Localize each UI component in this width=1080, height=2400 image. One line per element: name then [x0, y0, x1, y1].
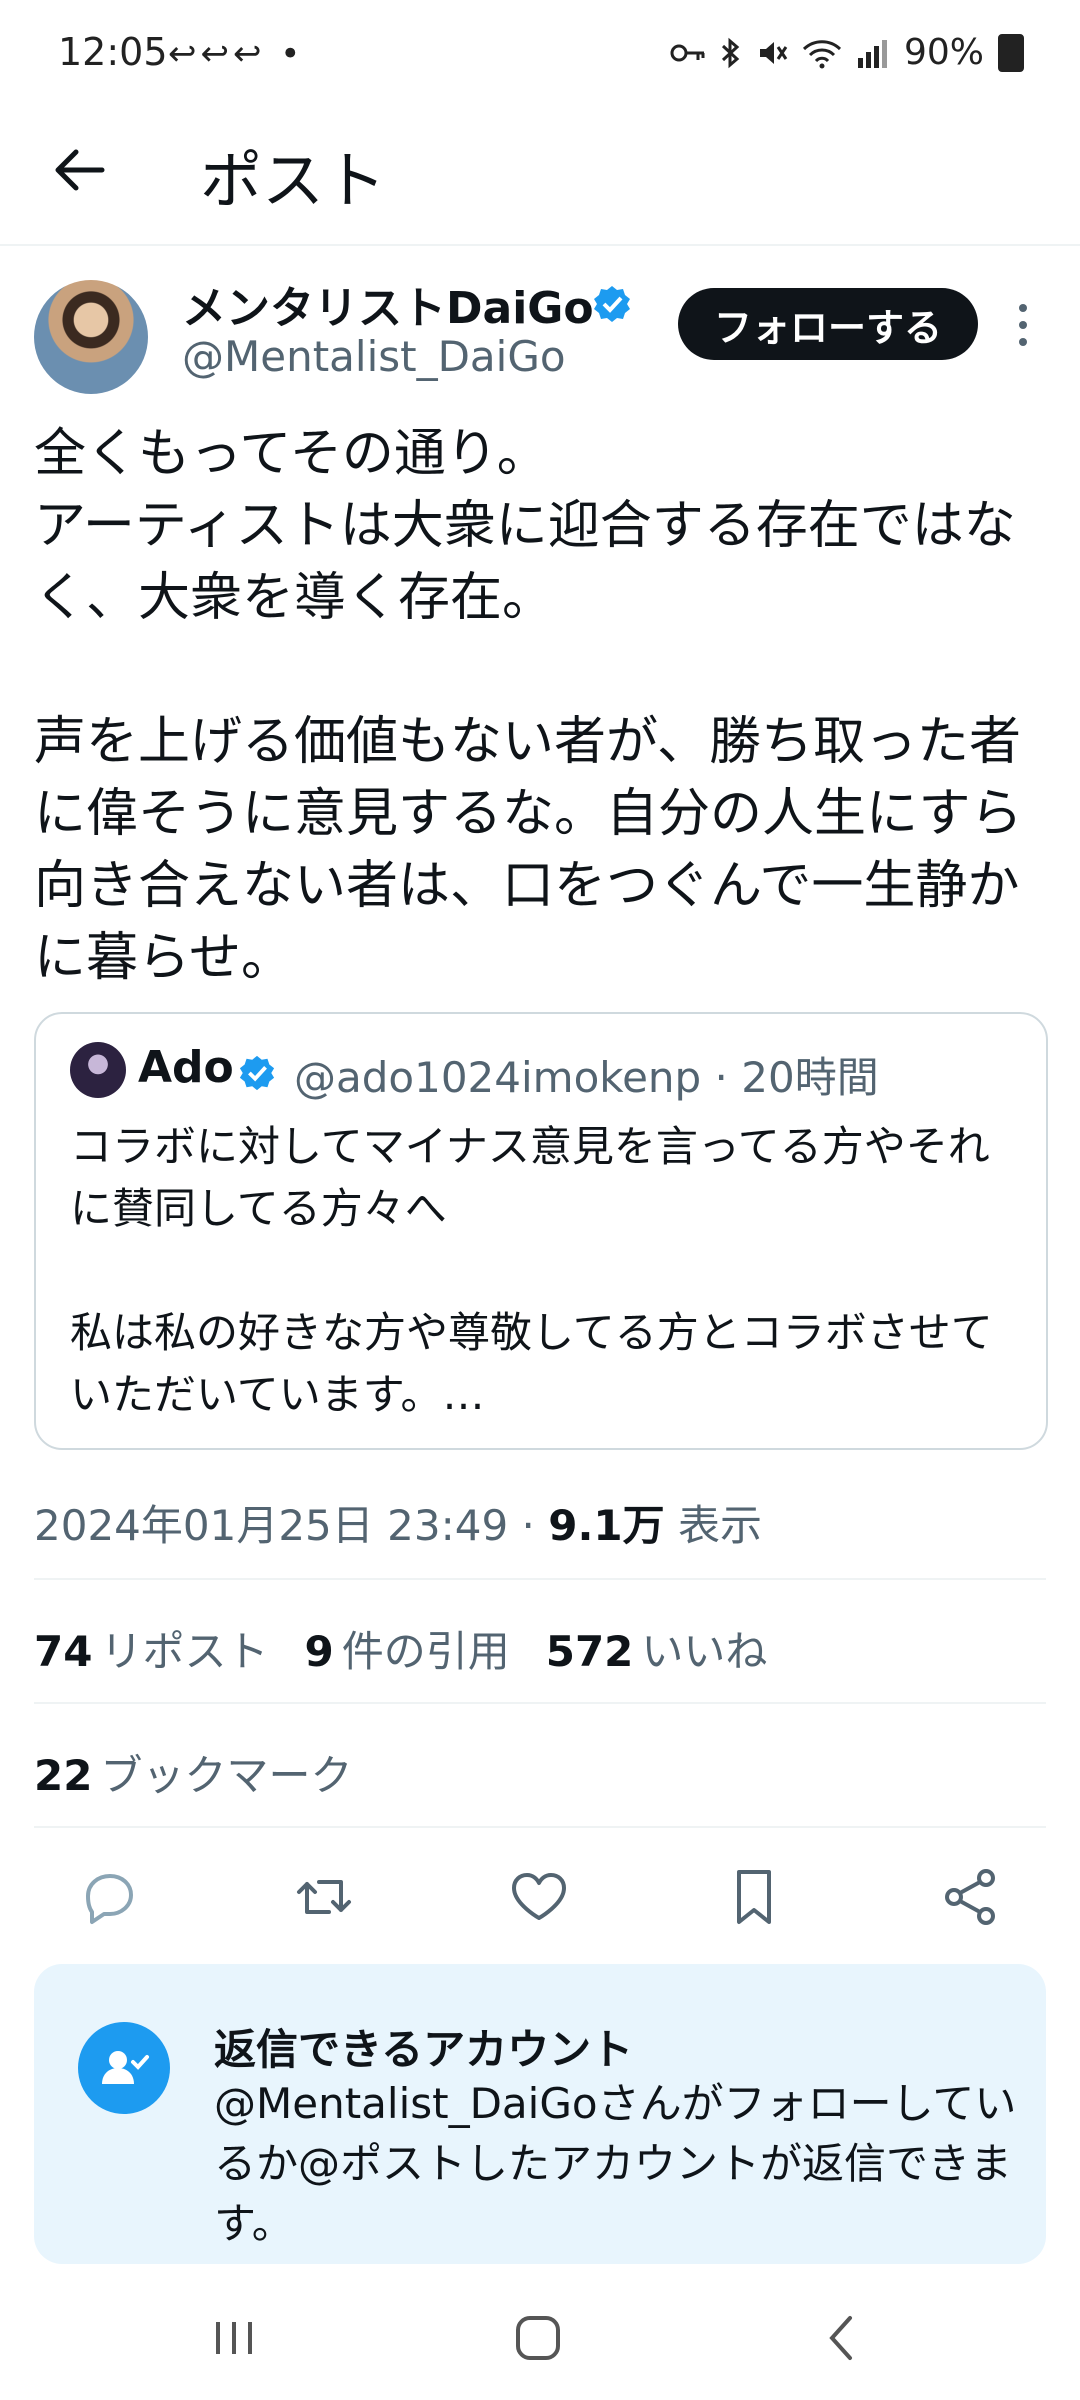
meta-divider: [34, 1578, 1046, 1580]
stats-divider: [34, 1702, 1046, 1704]
author-handle[interactable]: @Mentalist_DaiGo: [182, 332, 566, 381]
battery-icon: [998, 33, 1024, 72]
author-avatar[interactable]: [34, 280, 148, 394]
back-nav-icon[interactable]: [812, 2308, 872, 2368]
quoted-post-card[interactable]: Ado @ado1024imokenp · 20時間 コラボに対してマイナス意見…: [34, 1012, 1048, 1450]
quoted-handle-time: @ado1024imokenp · 20時間: [294, 1053, 879, 1102]
reply-restriction-text: @Mentalist_DaiGoさんがフォローしているか@ポストしたアカウントが…: [214, 2079, 1017, 2248]
page-title: ポスト: [200, 144, 387, 217]
post-text: 全くもってその通り。 アーティストは大衆に迎合する存在ではなく、大衆を導く存在。…: [34, 424, 1023, 988]
bookmarks-divider: [34, 1826, 1046, 1828]
bookmark-icon[interactable]: [719, 1862, 789, 1932]
quotes-stat[interactable]: 9 件の引用: [304, 1618, 509, 1679]
status-right-icons: 90%: [670, 32, 1024, 73]
reposts-count: 74: [34, 1627, 93, 1676]
battery-percent: 90%: [903, 32, 984, 73]
quoted-verified-badge-icon: [239, 1055, 275, 1091]
quotes-count: 9: [304, 1627, 334, 1676]
quoted-author-name: Ado: [138, 1042, 234, 1093]
home-icon[interactable]: [508, 2308, 568, 2368]
like-icon[interactable]: [504, 1862, 574, 1932]
reposts-label: リポスト: [100, 1627, 269, 1676]
reply-icon[interactable]: [74, 1862, 144, 1932]
reposts-stat[interactable]: 74 リポスト: [34, 1618, 268, 1679]
mute-icon: [759, 41, 788, 64]
likes-stat[interactable]: 572 いいね: [546, 1618, 768, 1679]
recent-apps-icon[interactable]: [204, 2308, 264, 2368]
post-timestamp: 2024年01月25日 23:49 · 9.1万 表示: [34, 1492, 762, 1553]
likes-label: いいね: [641, 1627, 768, 1676]
status-time: 12:05: [58, 30, 168, 74]
bookmarks-count: 22: [34, 1751, 93, 1800]
back-arrow-icon[interactable]: [48, 138, 112, 202]
reply-restriction-box: 返信できるアカウント @Mentalist_DaiGoさんがフォローしているか@…: [34, 1964, 1046, 2264]
more-options-icon[interactable]: [1010, 300, 1036, 350]
post-stats: 74 リポスト 9 件の引用 572 いいね: [34, 1618, 767, 1679]
bookmarks-stat: 22 ブックマーク: [34, 1742, 352, 1803]
views-label: 表示: [664, 1501, 762, 1550]
follow-button[interactable]: フォローする: [678, 288, 978, 360]
header-divider: [0, 244, 1080, 246]
bluetooth-icon: [721, 37, 740, 68]
reply-restriction-title: 返信できるアカウント: [214, 2025, 634, 2074]
timestamp-text: 2024年01月25日 23:49 ·: [34, 1501, 549, 1550]
key-icon: [670, 44, 705, 61]
signal-icon: [857, 39, 887, 68]
verified-badge-icon: [594, 286, 630, 322]
wifi-icon: [802, 39, 842, 68]
notification-icons: ↩↩↩ •: [168, 34, 305, 74]
repost-icon[interactable]: [289, 1862, 359, 1932]
quoted-post-text: コラボに対してマイナス意見を言ってる方やそれに賛同してる方々へ 私は私の好きな方…: [70, 1122, 993, 1419]
author-name[interactable]: メンタリストDaiGo: [182, 272, 594, 336]
quotes-label: 件の引用: [341, 1627, 510, 1676]
bookmarks-label: ブックマーク: [100, 1751, 353, 1800]
views-count: 9.1万: [548, 1501, 665, 1550]
system-navigation-bar: [0, 2266, 1080, 2400]
likes-count: 572: [545, 1627, 634, 1676]
user-check-icon: [102, 2051, 149, 2084]
share-icon[interactable]: [936, 1862, 1006, 1932]
quoted-author-avatar: [70, 1042, 126, 1098]
status-bar: 12:05 ↩↩↩ • 90%: [0, 0, 1080, 120]
reply-restriction-avatar: [78, 2022, 170, 2114]
